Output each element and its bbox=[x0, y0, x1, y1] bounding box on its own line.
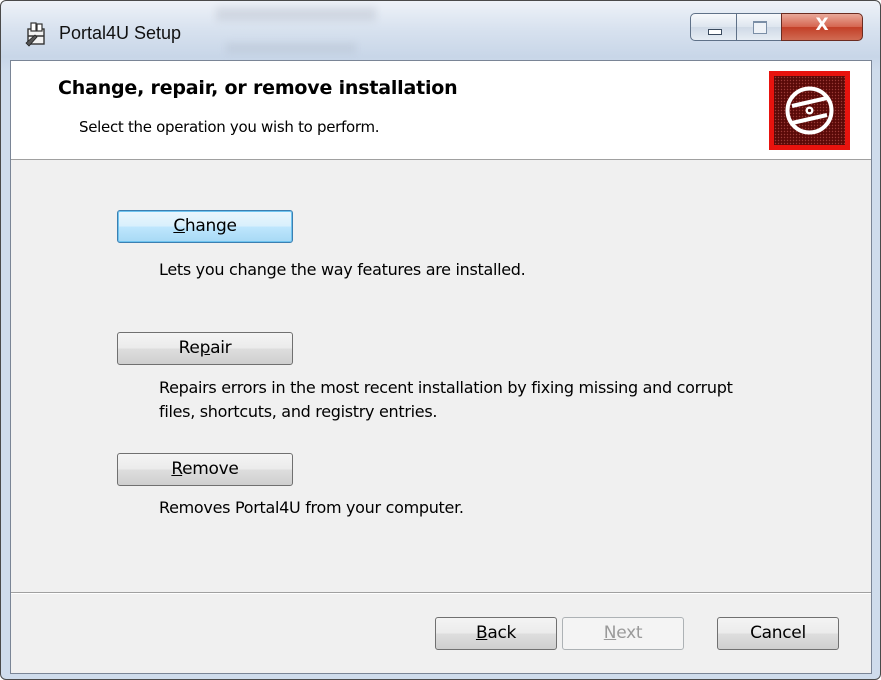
footer-divider bbox=[11, 592, 871, 594]
dialog-client-area: Change, repair, or remove installation S… bbox=[10, 60, 872, 674]
next-button[interactable]: Next bbox=[562, 617, 684, 650]
page-subtitle: Select the operation you wish to perform… bbox=[79, 118, 380, 136]
repair-button[interactable]: Repair bbox=[117, 332, 293, 365]
minimize-icon bbox=[708, 29, 722, 35]
change-description: Lets you change the way features are ins… bbox=[159, 260, 526, 279]
maximize-icon bbox=[753, 21, 767, 34]
cancel-button[interactable]: Cancel bbox=[717, 617, 839, 650]
remove-description: Removes Portal4U from your computer. bbox=[159, 498, 464, 517]
change-button[interactable]: Change bbox=[117, 210, 293, 243]
page-title: Change, repair, or remove installation bbox=[58, 77, 458, 99]
back-button[interactable]: Back bbox=[435, 617, 557, 650]
repair-description-line-1: Repairs errors in the most recent instal… bbox=[159, 378, 733, 397]
maximize-button[interactable] bbox=[736, 13, 782, 41]
installer-icon bbox=[25, 22, 45, 47]
setup-window: Portal4U Setup X Change, repair, or remo… bbox=[0, 0, 881, 680]
disc-icon bbox=[774, 76, 845, 145]
close-icon: X bbox=[815, 15, 829, 35]
window-title: Portal4U Setup bbox=[59, 23, 182, 43]
minimize-button[interactable] bbox=[690, 13, 737, 41]
remove-button[interactable]: Remove bbox=[117, 453, 293, 486]
title-bar[interactable]: Portal4U Setup X bbox=[1, 1, 880, 61]
banner-image bbox=[769, 71, 850, 150]
repair-description-line-2: files, shortcuts, and registry entries. bbox=[159, 402, 438, 421]
dialog-header: Change, repair, or remove installation S… bbox=[11, 61, 871, 160]
close-button[interactable]: X bbox=[781, 13, 863, 41]
